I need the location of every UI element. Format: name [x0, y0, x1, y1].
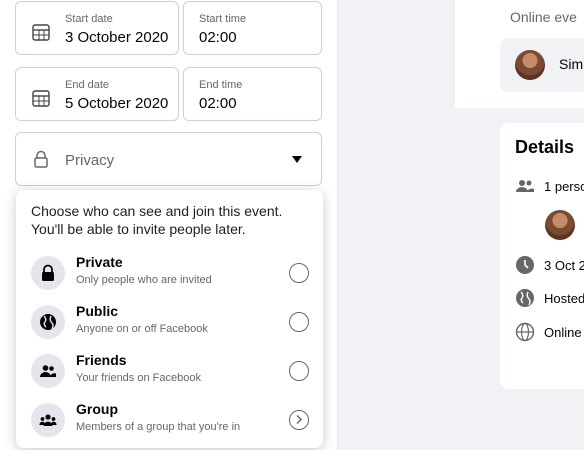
end-time-field[interactable]: End time 02:00 — [183, 67, 322, 121]
option-subtitle: Only people who are invited — [76, 274, 212, 286]
web-icon — [515, 322, 535, 342]
privacy-option-private[interactable]: Private Only people who are invited — [16, 248, 323, 297]
end-date-label: End date — [65, 79, 110, 91]
public-radio[interactable] — [289, 312, 309, 332]
privacy-option-friends[interactable]: Friends Your friends on Facebook — [16, 346, 323, 395]
start-time-label: Start time — [199, 13, 247, 25]
chevron-right-icon — [296, 414, 303, 425]
detail-online: Online — [544, 325, 582, 340]
people-icon — [516, 180, 534, 192]
start-time-field[interactable]: Start time 02:00 — [183, 1, 322, 55]
calendar-icon — [32, 24, 50, 41]
host-name: Sim — [559, 56, 584, 72]
option-subtitle: Members of a group that you're in — [76, 421, 241, 433]
privacy-option-public[interactable]: Public Anyone on or off Facebook — [16, 297, 323, 346]
group-icon — [39, 414, 57, 426]
start-time-value: 02:00 — [199, 29, 237, 46]
friends-radio[interactable] — [289, 361, 309, 381]
guest-avatar — [545, 210, 575, 240]
option-title: Private — [76, 254, 123, 270]
start-date-label: Start date — [65, 13, 113, 25]
option-icon-bg — [31, 354, 65, 388]
privacy-placeholder: Privacy — [65, 152, 115, 169]
private-radio[interactable] — [289, 263, 309, 283]
option-title: Group — [76, 401, 118, 417]
start-date-value: 3 October 2020 — [65, 29, 169, 46]
globe-icon — [40, 314, 56, 330]
details-card — [500, 123, 584, 389]
calendar-icon — [32, 90, 50, 107]
globe-icon — [516, 289, 534, 307]
option-subtitle: Anyone on or off Facebook — [76, 323, 208, 335]
group-chevron-button[interactable] — [289, 410, 309, 430]
start-date-field[interactable]: Start date 3 October 2020 — [15, 1, 179, 55]
end-time-label: End time — [199, 79, 243, 91]
lock-icon — [42, 264, 54, 281]
privacy-dropdown: Choose who can see and join this event. … — [16, 190, 323, 448]
option-icon-bg — [31, 256, 65, 290]
option-title: Public — [76, 303, 119, 319]
end-date-value: 5 October 2020 — [65, 95, 169, 112]
online-event-text: Online eve — [510, 9, 577, 25]
option-title: Friends — [76, 352, 127, 368]
option-icon-bg — [31, 305, 65, 339]
detail-date: 3 Oct 2 — [544, 258, 584, 273]
caret-down-icon — [292, 156, 302, 163]
privacy-option-group[interactable]: Group Members of a group that you're in — [16, 395, 323, 444]
host-avatar — [515, 50, 545, 80]
lock-icon — [34, 150, 48, 168]
privacy-intro-text: Choose who can see and join this event. … — [31, 203, 283, 237]
detail-people: 1 perso — [544, 179, 584, 194]
detail-host: Hosted — [544, 291, 584, 306]
end-time-value: 02:00 — [199, 95, 237, 112]
privacy-select[interactable]: Privacy — [15, 132, 322, 186]
end-date-field[interactable]: End date 5 October 2020 — [15, 67, 179, 121]
option-icon-bg — [31, 403, 65, 437]
details-title: Details — [515, 137, 575, 157]
clock-icon — [516, 256, 534, 274]
friends-icon — [40, 365, 56, 377]
option-subtitle: Your friends on Facebook — [76, 372, 201, 384]
